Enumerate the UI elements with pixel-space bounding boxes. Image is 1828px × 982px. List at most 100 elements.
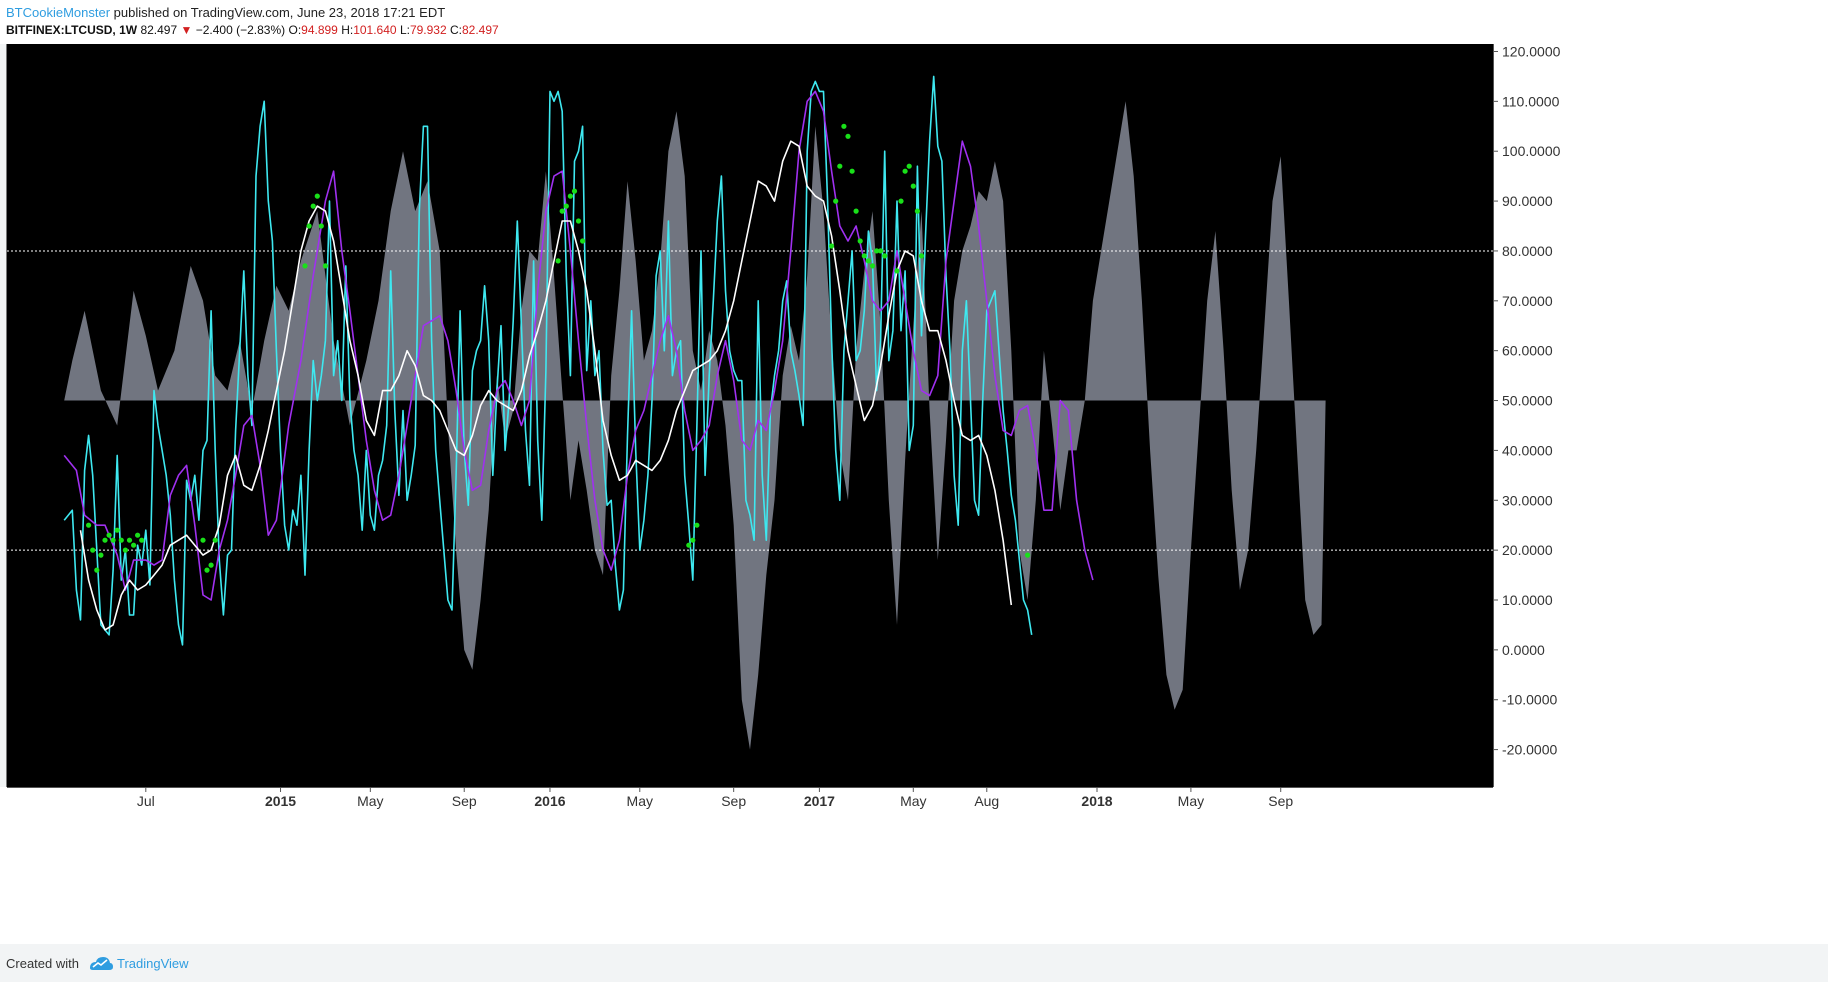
signal-dot-16 (208, 562, 214, 568)
signal-dot-0 (86, 522, 92, 528)
signal-dot-29 (575, 218, 582, 224)
close-label: C: (450, 23, 462, 37)
open-value: 94.899 (301, 23, 338, 37)
last-price: 82.497 (140, 23, 178, 37)
signal-dot-18 (302, 263, 308, 269)
y-tick-label: 80.0000 (1502, 243, 1553, 259)
x-tick-label: 2015 (265, 793, 296, 809)
y-tick-label: 100.0000 (1502, 143, 1561, 159)
down-arrow-icon: ▼ (180, 23, 193, 37)
signal-dot-1 (90, 547, 96, 553)
x-tick-label: Aug (974, 793, 999, 809)
signal-dot-30 (580, 238, 586, 244)
y-tick-label: 110.0000 (1502, 93, 1560, 109)
signal-dot-13 (139, 537, 145, 543)
signal-dot-55 (1025, 552, 1031, 558)
signal-dot-8 (118, 537, 124, 543)
published-text: published on TradingView.com, June 23, 2… (113, 5, 446, 20)
signal-dot-10 (126, 537, 133, 543)
signal-dot-21 (314, 193, 320, 199)
close-value: 82.497 (462, 23, 499, 37)
signal-dot-43 (865, 258, 872, 264)
chart-area[interactable]: 120.0000 110.0000 100.0000 90.0000 80.0000 70… (0, 44, 1828, 944)
y-tick-label: 20.0000 (1502, 542, 1553, 558)
x-tick-label: Sep (452, 793, 477, 809)
signal-dot-9 (122, 547, 128, 553)
signal-dot-46 (878, 248, 884, 254)
signal-dot-41 (857, 238, 863, 244)
signal-dot-14 (200, 537, 206, 543)
y-tick-label: 30.0000 (1502, 492, 1553, 508)
x-tick-label: 2016 (534, 793, 565, 809)
signal-dot-52 (910, 183, 916, 189)
signal-dot-37 (841, 123, 847, 129)
signal-dot-5 (106, 532, 112, 538)
signal-dot-7 (114, 527, 120, 533)
x-axis-panel (0, 787, 1828, 944)
tradingview-logo-icon[interactable] (88, 953, 114, 973)
x-tick-label: May (900, 793, 926, 809)
signal-dot-50 (902, 168, 908, 174)
y-tick-label: 60.0000 (1502, 343, 1553, 359)
signal-dot-54 (918, 253, 925, 259)
author-link[interactable]: BTCookieMonster (6, 5, 110, 20)
signal-dot-20 (310, 203, 316, 209)
signal-dot-23 (322, 263, 328, 269)
footer: Created with TradingView (0, 944, 1828, 982)
signal-dot-2 (94, 567, 100, 573)
signal-dot-27 (567, 193, 574, 199)
y-tick-label: 10.0000 (1502, 592, 1553, 608)
x-tick-label: Sep (1268, 793, 1293, 809)
high-value: 101.640 (353, 23, 397, 37)
signal-dot-39 (849, 168, 855, 174)
x-tick-label: May (627, 793, 653, 809)
signal-dot-53 (914, 208, 921, 214)
y-tick-label: 0.0000 (1502, 642, 1545, 658)
publish-line: BTCookieMonster published on TradingView… (6, 5, 445, 20)
y-tick-label: -20.0000 (1502, 742, 1557, 758)
y-tick-label: 50.0000 (1502, 393, 1553, 409)
y-tick-label: 40.0000 (1502, 442, 1553, 458)
signal-dot-28 (571, 188, 578, 194)
x-tick-label: Jul (137, 793, 155, 809)
signal-dot-33 (694, 522, 700, 528)
signal-dot-48 (894, 268, 900, 274)
signal-dot-3 (98, 552, 104, 558)
x-tick-label: May (357, 793, 383, 809)
signal-dot-51 (906, 163, 912, 169)
signal-dot-17 (212, 537, 218, 543)
signal-dot-34 (829, 243, 835, 249)
signal-dot-38 (845, 133, 851, 139)
signal-dot-19 (306, 223, 312, 229)
y-tick-label: -10.0000 (1502, 692, 1557, 708)
signal-dot-4 (102, 537, 108, 543)
signal-dot-15 (204, 567, 210, 573)
signal-dot-36 (837, 163, 843, 169)
signal-dot-26 (563, 203, 569, 209)
symbol-label: BITFINEX:LTCUSD, 1W (6, 23, 138, 37)
y-tick-label: 90.0000 (1502, 193, 1553, 209)
signal-dot-49 (898, 198, 904, 204)
x-tick-label: 2018 (1081, 793, 1112, 809)
signal-dot-42 (861, 253, 867, 259)
signal-dot-6 (110, 537, 116, 543)
signal-dot-12 (135, 532, 141, 538)
signal-dot-31 (686, 542, 692, 548)
signal-dot-24 (555, 258, 561, 264)
x-tick-label: Sep (721, 793, 746, 809)
low-label: L: (399, 23, 410, 37)
price-change: −2.400 (−2.83%) (195, 23, 286, 37)
created-with-text: Created with (6, 956, 79, 971)
tradingview-brand-link[interactable]: TradingView (117, 956, 189, 971)
chart-header: BTCookieMonster published on TradingView… (0, 0, 1828, 44)
signal-dot-25 (559, 208, 565, 214)
indicator-chart[interactable]: 120.0000 110.0000 100.0000 90.0000 80.0000 70… (0, 44, 1828, 944)
signal-dot-35 (833, 198, 839, 204)
signal-dot-40 (853, 208, 859, 214)
low-value: 79.932 (409, 23, 447, 37)
signal-dot-11 (131, 542, 137, 548)
symbol-ohlc-line: BITFINEX:LTCUSD, 1W 82.497 ▼ −2.400 (−2.… (6, 23, 499, 37)
x-tick-label: 2017 (804, 793, 835, 809)
y-tick-label: 120.0000 (1502, 44, 1561, 59)
open-label: O: (288, 23, 302, 37)
